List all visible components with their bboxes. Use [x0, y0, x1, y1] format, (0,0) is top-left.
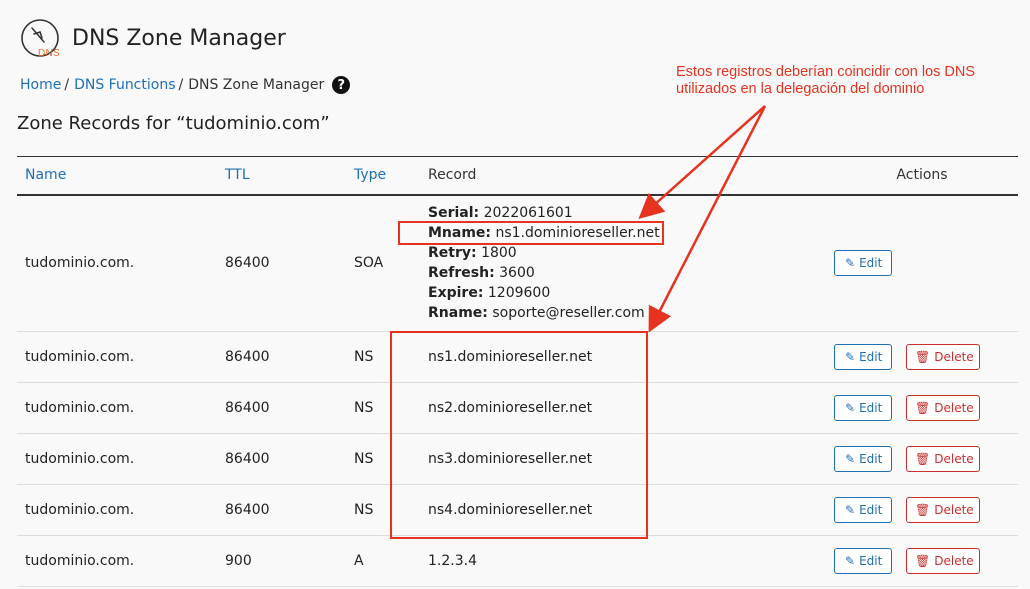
edit-button[interactable]: ✎ Edit — [834, 344, 892, 370]
cell-ttl: 86400 — [225, 400, 270, 416]
soa-retry-label: Retry: — [428, 245, 477, 262]
cell-name: tudominio.com. — [25, 502, 135, 518]
cell-name: tudominio.com. — [25, 553, 135, 569]
soa-retry-value: 1800 — [481, 245, 517, 262]
annotation-box-ns-records — [390, 331, 648, 539]
edit-button-label: Edit — [859, 503, 883, 517]
delete-button-label: Delete — [934, 350, 974, 364]
soa-refresh-value: 3600 — [499, 265, 535, 282]
edit-button-label: Edit — [859, 401, 883, 415]
cell-actions: ✎ Edit 🗑 Delete — [826, 485, 1018, 536]
breadcrumb-dns-functions-link[interactable]: DNS Functions — [74, 77, 175, 93]
cell-record: 1.2.3.4 — [428, 553, 477, 569]
annotation-text: Estos registros deberían coincidir con l… — [676, 64, 975, 97]
cell-ttl: 86400 — [225, 451, 270, 467]
delete-button-label: Delete — [934, 452, 974, 466]
pencil-icon: ✎ — [845, 554, 856, 568]
edit-button-label: Edit — [859, 554, 883, 568]
soa-expire-value: 1209600 — [487, 285, 551, 302]
edit-button[interactable]: ✎ Edit — [834, 395, 892, 421]
delete-button-label: Delete — [934, 401, 974, 415]
cell-ttl: 900 — [225, 553, 252, 569]
edit-button-label: Edit — [859, 452, 883, 466]
zone-records-title: Zone Records for “tudominio.com” — [17, 113, 330, 134]
column-header-record: Record — [428, 167, 477, 184]
cell-record-soa: Serial: 2022061601 Mname: ns1.dominiores… — [420, 195, 826, 332]
cell-name: tudominio.com. — [25, 451, 135, 467]
soa-rname-label: Rname: — [428, 305, 488, 322]
breadcrumb: Home / DNS Functions / DNS Zone Manager … — [20, 76, 351, 94]
pencil-icon: ✎ — [845, 401, 856, 415]
breadcrumb-home-link[interactable]: Home — [20, 77, 61, 93]
cell-name: tudominio.com. — [25, 349, 135, 365]
delete-button[interactable]: 🗑 Delete — [906, 344, 980, 370]
column-header-name[interactable]: Name — [17, 157, 217, 195]
soa-retry: Retry: 1800 — [428, 243, 818, 263]
annotation-box-mname — [398, 221, 664, 245]
cell-ttl: 86400 — [225, 502, 270, 518]
dns-logo-icon: DNS — [20, 18, 61, 59]
edit-button[interactable]: ✎ Edit — [834, 250, 892, 277]
breadcrumb-separator: / — [64, 77, 70, 93]
page-title: DNS Zone Manager — [72, 25, 286, 51]
soa-serial-label: Serial: — [428, 205, 480, 222]
soa-refresh: Refresh: 3600 — [428, 263, 818, 283]
column-header-actions: Actions — [896, 167, 948, 184]
table-row: tudominio.com. 900 A 1.2.3.4 ✎ Edit 🗑 Delet… — [17, 536, 1018, 587]
soa-refresh-label: Refresh: — [428, 265, 495, 282]
edit-button[interactable]: ✎ Edit — [834, 497, 892, 523]
cell-actions: ✎ Edit 🗑 Delete — [826, 332, 1018, 383]
soa-expire: Expire: 1209600 — [428, 283, 818, 303]
edit-button[interactable]: ✎ Edit — [834, 548, 892, 574]
delete-button[interactable]: 🗑 Delete — [906, 548, 980, 574]
pencil-icon: ✎ — [845, 256, 856, 271]
trash-icon: 🗑 — [915, 452, 931, 466]
column-header-type[interactable]: Type — [346, 157, 420, 195]
cell-type: SOA — [354, 255, 384, 272]
cell-actions: ✎ Edit — [826, 195, 1018, 332]
edit-button-label: Edit — [859, 256, 883, 271]
cell-actions: ✎ Edit 🗑 Delete — [826, 434, 1018, 485]
pencil-icon: ✎ — [845, 503, 856, 517]
column-header-ttl[interactable]: TTL — [217, 157, 346, 195]
breadcrumb-separator: / — [178, 77, 184, 93]
table-row-soa: tudominio.com. 86400 SOA Serial: 2022061… — [17, 195, 1018, 332]
cell-ttl: 86400 — [225, 349, 270, 365]
trash-icon: 🗑 — [915, 350, 931, 364]
pencil-icon: ✎ — [845, 350, 856, 364]
help-icon[interactable]: ? — [332, 76, 351, 94]
trash-icon: 🗑 — [915, 503, 931, 517]
edit-button-label: Edit — [859, 350, 883, 364]
cell-name: tudominio.com. — [25, 255, 135, 272]
delete-button[interactable]: 🗑 Delete — [906, 395, 980, 421]
delete-button[interactable]: 🗑 Delete — [906, 497, 980, 523]
cell-actions: ✎ Edit 🗑 Delete — [826, 383, 1018, 434]
trash-icon: 🗑 — [915, 401, 931, 415]
cell-actions: ✎ Edit 🗑 Delete — [826, 536, 1018, 587]
soa-expire-label: Expire: — [428, 285, 484, 302]
pencil-icon: ✎ — [845, 452, 856, 466]
soa-rname-value: soporte@reseller.com — [492, 305, 645, 322]
delete-button[interactable]: 🗑 Delete — [906, 446, 980, 472]
edit-button[interactable]: ✎ Edit — [834, 446, 892, 472]
cell-ttl: 86400 — [225, 255, 270, 272]
soa-serial-value: 2022061601 — [483, 205, 573, 222]
delete-button-label: Delete — [934, 503, 974, 517]
logo-text: DNS — [38, 48, 61, 59]
cell-name: tudominio.com. — [25, 400, 135, 416]
app-header: DNS DNS Zone Manager — [20, 16, 286, 60]
trash-icon: 🗑 — [915, 554, 931, 568]
soa-rname: Rname: soporte@reseller.com — [428, 303, 818, 323]
breadcrumb-current: DNS Zone Manager — [188, 77, 325, 93]
cell-type: A — [354, 553, 364, 569]
table-header-row: Name TTL Type Record Actions — [17, 156, 1018, 195]
delete-button-label: Delete — [934, 554, 974, 568]
